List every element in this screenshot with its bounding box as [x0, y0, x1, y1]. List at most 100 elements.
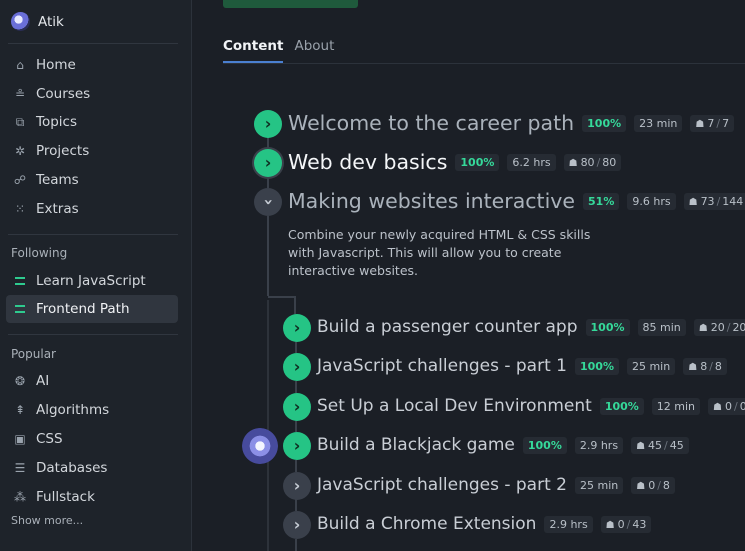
popular-databases[interactable]: ☰ Databases — [6, 454, 178, 482]
nav-teams[interactable]: ☍ Teams — [6, 166, 178, 194]
following-learn-javascript[interactable]: Learn JavaScript — [6, 267, 178, 295]
lessons-count-badge: ☗ 45/45 — [631, 436, 689, 454]
module-title: Making websites interactive — [288, 189, 576, 213]
lesson-title: Build a Chrome Extension — [317, 514, 537, 534]
duration-badge: 2.9 hrs — [574, 436, 624, 454]
lesson-status-complete[interactable]: › — [283, 314, 311, 342]
path-line — [295, 460, 297, 472]
lesson-row[interactable]: Build a Chrome Extension 2.9 hrs ☗ 0/43 — [317, 514, 652, 534]
lesson-status-complete[interactable]: › — [283, 432, 311, 460]
divider — [8, 234, 178, 235]
nav-label: Learn JavaScript — [36, 273, 146, 289]
lessons-count-badge: ☗ 0/43 — [600, 515, 652, 533]
count-separator: / — [734, 399, 738, 413]
lessons-total: 144 — [722, 194, 744, 208]
fullstack-icon: ⁂ — [14, 490, 26, 504]
nav-label: Algorithms — [36, 402, 110, 418]
lesson-status-todo[interactable]: › — [283, 511, 311, 539]
lessons-total: 0 — [739, 399, 745, 413]
databases-icon: ☰ — [14, 461, 26, 475]
tab-content[interactable]: Content — [223, 38, 284, 63]
continue-button[interactable] — [223, 0, 358, 8]
tab-about[interactable]: About — [294, 38, 334, 63]
lesson-status-todo[interactable]: › — [283, 472, 311, 500]
lessons-done: 20 — [710, 320, 725, 334]
lesson-status-complete[interactable]: › — [283, 393, 311, 421]
path-line — [267, 137, 269, 149]
path-line — [295, 539, 297, 551]
module-row[interactable]: Welcome to the career path 100% 23 min ☗… — [288, 111, 735, 135]
progress-badge: 100% — [599, 397, 644, 415]
module-row[interactable]: Web dev basics 100% 6.2 hrs ☗ 80/80 — [288, 150, 622, 174]
chevron-right-icon: › — [293, 515, 301, 534]
duration-badge: 2.9 hrs — [544, 515, 593, 533]
lesson-title: JavaScript challenges - part 1 — [317, 356, 567, 376]
divider — [8, 43, 178, 44]
lesson-row[interactable]: Build a Blackjack game 100% 2.9 hrs ☗ 45/… — [317, 435, 689, 455]
courses-icon: ≗ — [14, 87, 26, 101]
lessons-count-badge: ☗ 7/7 — [690, 114, 735, 132]
path-line — [295, 381, 297, 393]
tab-bar: Content About — [223, 38, 334, 63]
count-separator: / — [664, 438, 668, 452]
progress-badge: 100% — [574, 357, 619, 375]
user-menu[interactable]: Atik — [11, 12, 64, 31]
lessons-count-badge: ☗ 0/8 — [631, 476, 675, 494]
count-separator: / — [657, 478, 661, 492]
nav-courses[interactable]: ≗ Courses — [6, 80, 178, 108]
path-line — [295, 499, 297, 511]
chevron-right-icon: › — [293, 476, 301, 495]
ghost-icon: ☗ — [636, 480, 646, 492]
lessons-done: 45 — [648, 438, 663, 452]
lessons-count-badge: ☗ 0/0 — [708, 397, 745, 415]
lesson-row[interactable]: Set Up a Local Dev Environment 100% 12 m… — [317, 396, 745, 416]
lessons-total: 8 — [714, 359, 722, 373]
show-more-link[interactable]: Show more... — [11, 514, 83, 527]
nav-home[interactable]: ⌂ Home — [6, 51, 178, 79]
module-status-complete[interactable]: › — [254, 110, 282, 138]
module-status-complete[interactable]: › — [254, 149, 282, 177]
ghost-icon: ☗ — [695, 118, 705, 130]
popular-fullstack[interactable]: ⁂ Fullstack — [6, 483, 178, 511]
nav-label: Fullstack — [36, 489, 95, 505]
lesson-title: Build a Blackjack game — [317, 435, 515, 455]
ghost-icon: ☗ — [688, 361, 698, 373]
popular-ai[interactable]: ❂ AI — [6, 367, 178, 395]
nav-topics[interactable]: ⧉ Topics — [6, 108, 178, 136]
lessons-done: 80 — [580, 155, 595, 169]
lessons-total: 20 — [732, 320, 745, 334]
lessons-total: 80 — [602, 155, 617, 169]
lesson-row[interactable]: Build a passenger counter app 100% 85 mi… — [317, 317, 745, 337]
lessons-count-badge: ☗ 8/8 — [683, 357, 727, 375]
lesson-row[interactable]: JavaScript challenges - part 1 100% 25 m… — [317, 356, 727, 376]
following-frontend-path[interactable]: Frontend Path — [6, 295, 178, 323]
module-status-expanded[interactable]: › — [254, 188, 282, 216]
popular-algorithms[interactable]: ⇞ Algorithms — [6, 396, 178, 424]
lessons-done: 8 — [700, 359, 708, 373]
progress-badge: 100% — [585, 318, 630, 336]
nav-extras[interactable]: ⁙ Extras — [6, 195, 178, 223]
popular-css[interactable]: ▣ CSS — [6, 425, 178, 453]
lesson-row[interactable]: JavaScript challenges - part 2 25 min ☗ 0… — [317, 475, 675, 495]
lessons-total: 43 — [632, 517, 647, 531]
lessons-done: 73 — [700, 194, 715, 208]
nav-label: Frontend Path — [36, 301, 130, 317]
nav-label: Projects — [36, 143, 90, 159]
nav-projects[interactable]: ✲ Projects — [6, 137, 178, 165]
module-row[interactable]: Making websites interactive 51% 9.6 hrs … — [288, 189, 745, 213]
duration-badge: 9.6 hrs — [627, 192, 676, 210]
lesson-title: Build a passenger counter app — [317, 317, 578, 337]
lessons-done: 0 — [617, 517, 625, 531]
nav-label: CSS — [36, 431, 63, 447]
chevron-right-icon: › — [293, 318, 301, 337]
teams-icon: ☍ — [13, 173, 27, 187]
module-description: Combine your newly acquired HTML & CSS s… — [288, 227, 591, 278]
avatar — [11, 12, 30, 31]
path-line — [268, 296, 294, 298]
nav-label: Courses — [36, 86, 91, 102]
lessons-done: 0 — [648, 478, 656, 492]
lesson-status-complete[interactable]: › — [283, 353, 311, 381]
lessons-total: 7 — [722, 116, 730, 130]
count-separator: / — [626, 517, 631, 531]
nav-label: Teams — [36, 172, 79, 188]
